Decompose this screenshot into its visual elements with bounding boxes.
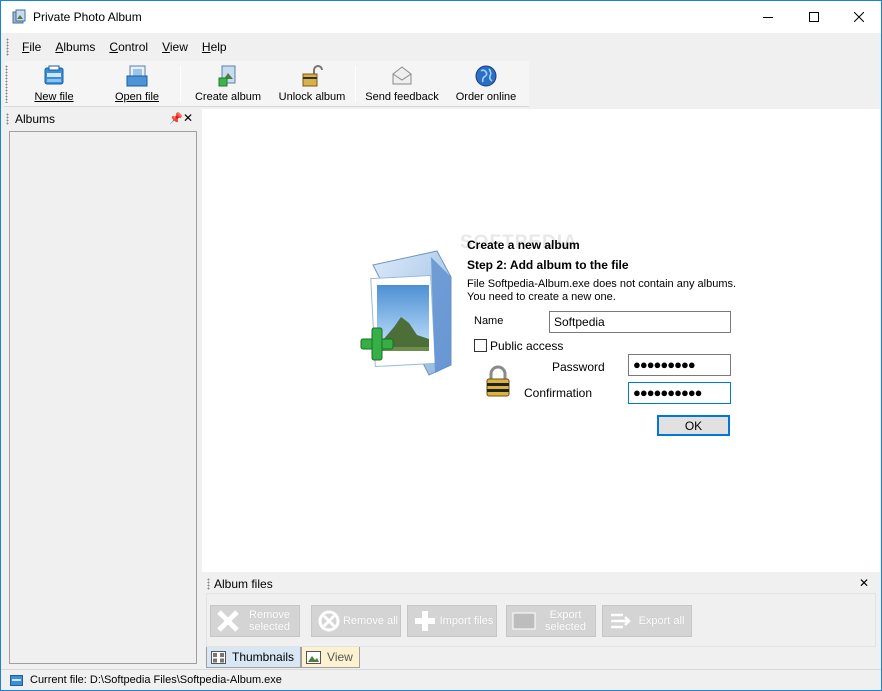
wizard-step: Step 2: Add album to the file xyxy=(467,258,629,272)
menu-bar: File Albums Control View Help xyxy=(1,34,881,60)
unlock-album-button[interactable]: Unlock album xyxy=(278,64,346,104)
toolbar-separator xyxy=(180,66,181,102)
plus-icon xyxy=(415,611,435,631)
tab-thumbnails[interactable]: Thumbnails xyxy=(206,647,302,668)
album-name-input[interactable]: Softpedia xyxy=(549,311,731,333)
open-file-button[interactable]: Open file xyxy=(112,64,162,104)
close-icon xyxy=(854,12,864,22)
menu-help[interactable]: Help xyxy=(195,40,234,54)
remove-all-label: Remove all xyxy=(342,615,399,627)
public-access-checkbox[interactable] xyxy=(474,339,487,352)
globe-icon xyxy=(475,65,497,87)
export-selected-icon xyxy=(512,612,536,630)
create-album-icon xyxy=(218,65,236,87)
minimize-button[interactable] xyxy=(745,1,791,33)
toolbar-grip[interactable] xyxy=(5,65,8,103)
menu-grip[interactable] xyxy=(6,38,9,56)
remove-icon xyxy=(217,610,239,632)
window-title: Private Photo Album xyxy=(33,10,142,24)
album-files-tabs: Thumbnails View xyxy=(206,647,360,668)
new-file-label: New file xyxy=(34,91,74,103)
close-button[interactable] xyxy=(836,1,881,33)
import-files-label: Import files xyxy=(439,615,494,627)
remove-all-button[interactable]: Remove all xyxy=(311,605,401,637)
export-all-label: Export all xyxy=(638,615,685,627)
toolbar-separator xyxy=(355,66,356,102)
pin-icon[interactable]: 📌 xyxy=(169,112,183,125)
order-online-button[interactable]: Order online xyxy=(453,64,519,104)
wizard-message-line: File Softpedia-Album.exe does not contai… xyxy=(467,278,737,290)
album-files-close-icon[interactable]: ✕ xyxy=(859,576,869,590)
albums-pane-grip[interactable] xyxy=(6,113,9,125)
export-selected-button[interactable]: Export selected xyxy=(506,605,596,637)
minimize-icon xyxy=(763,17,773,18)
remove-all-icon xyxy=(318,610,340,632)
tab-thumbnails-label: Thumbnails xyxy=(232,650,295,664)
app-window: Private Photo Album File Albums Control … xyxy=(0,0,882,691)
albums-pane-close-icon[interactable]: ✕ xyxy=(183,111,193,125)
menu-view[interactable]: View xyxy=(155,40,195,54)
import-files-button[interactable]: Import files xyxy=(407,605,497,637)
toolbar: New file Open file Create album Unlock a… xyxy=(4,61,529,107)
remove-selected-button[interactable]: Remove selected xyxy=(210,605,300,637)
maximize-button[interactable] xyxy=(791,1,837,33)
remove-selected-label: Remove selected xyxy=(249,609,290,633)
thumbnails-icon xyxy=(211,650,226,664)
envelope-icon xyxy=(392,66,412,85)
album-files-grip[interactable] xyxy=(207,578,210,590)
send-feedback-label: Send feedback xyxy=(365,91,439,103)
create-album-label: Create album xyxy=(194,91,262,103)
ok-button[interactable]: OK xyxy=(657,415,730,436)
open-file-label: Open file xyxy=(114,91,160,103)
current-file-status: Current file: D:\Softpedia Files\Softped… xyxy=(30,674,282,686)
lock-icon xyxy=(486,365,510,397)
send-feedback-button[interactable]: Send feedback xyxy=(364,64,440,104)
menu-control[interactable]: Control xyxy=(102,40,155,54)
album-files-toolbar: Remove selected Remove all Import files E… xyxy=(206,593,876,647)
albums-pane-header: Albums 📌 ✕ xyxy=(4,109,200,129)
export-all-icon xyxy=(611,613,631,629)
wizard-message-line: You need to create a new one. xyxy=(467,291,616,303)
wizard-title: Create a new album xyxy=(467,238,580,252)
status-bar: Current file: D:\Softpedia Files\Softped… xyxy=(1,669,881,690)
public-access-label[interactable]: Public access xyxy=(490,339,563,353)
title-bar: Private Photo Album xyxy=(1,1,881,33)
export-all-button[interactable]: Export all xyxy=(602,605,692,637)
export-selected-label: Export selected xyxy=(545,609,586,633)
new-file-button[interactable]: New file xyxy=(31,64,77,104)
menu-file[interactable]: File xyxy=(15,40,48,54)
new-file-icon xyxy=(44,65,64,85)
confirmation-label: Confirmation xyxy=(524,386,593,400)
name-label: Name xyxy=(474,315,504,327)
unlock-album-label: Unlock album xyxy=(278,91,346,103)
order-online-label: Order online xyxy=(455,91,517,103)
albums-pane-title: Albums xyxy=(15,112,56,126)
password-input[interactable]: ●●●●●●●●● xyxy=(628,354,731,376)
file-icon xyxy=(10,675,23,686)
main-content: SOFTPEDIA Create a new album Step 2: Add… xyxy=(202,109,880,572)
wizard-message: File Softpedia-Album.exe does not contai… xyxy=(467,278,736,304)
album-files-title: Album files xyxy=(214,577,273,591)
menu-albums[interactable]: Albums xyxy=(48,40,102,54)
albums-pane: Albums 📌 ✕ xyxy=(4,109,200,667)
tab-view-label: View xyxy=(327,650,353,664)
unlock-icon xyxy=(302,65,323,87)
password-label: Password xyxy=(552,360,605,374)
tab-view[interactable]: View xyxy=(301,647,360,668)
maximize-icon xyxy=(809,12,819,22)
create-album-button[interactable]: Create album xyxy=(194,64,262,104)
albums-list[interactable] xyxy=(9,131,197,664)
view-icon xyxy=(306,650,322,664)
album-files-pane: Album files ✕ Remove selected Remove all … xyxy=(202,574,880,668)
app-icon xyxy=(12,9,26,24)
new-album-illustration xyxy=(360,250,452,376)
confirmation-input[interactable]: ●●●●●●●●●● xyxy=(628,382,731,404)
open-file-icon xyxy=(126,65,148,87)
